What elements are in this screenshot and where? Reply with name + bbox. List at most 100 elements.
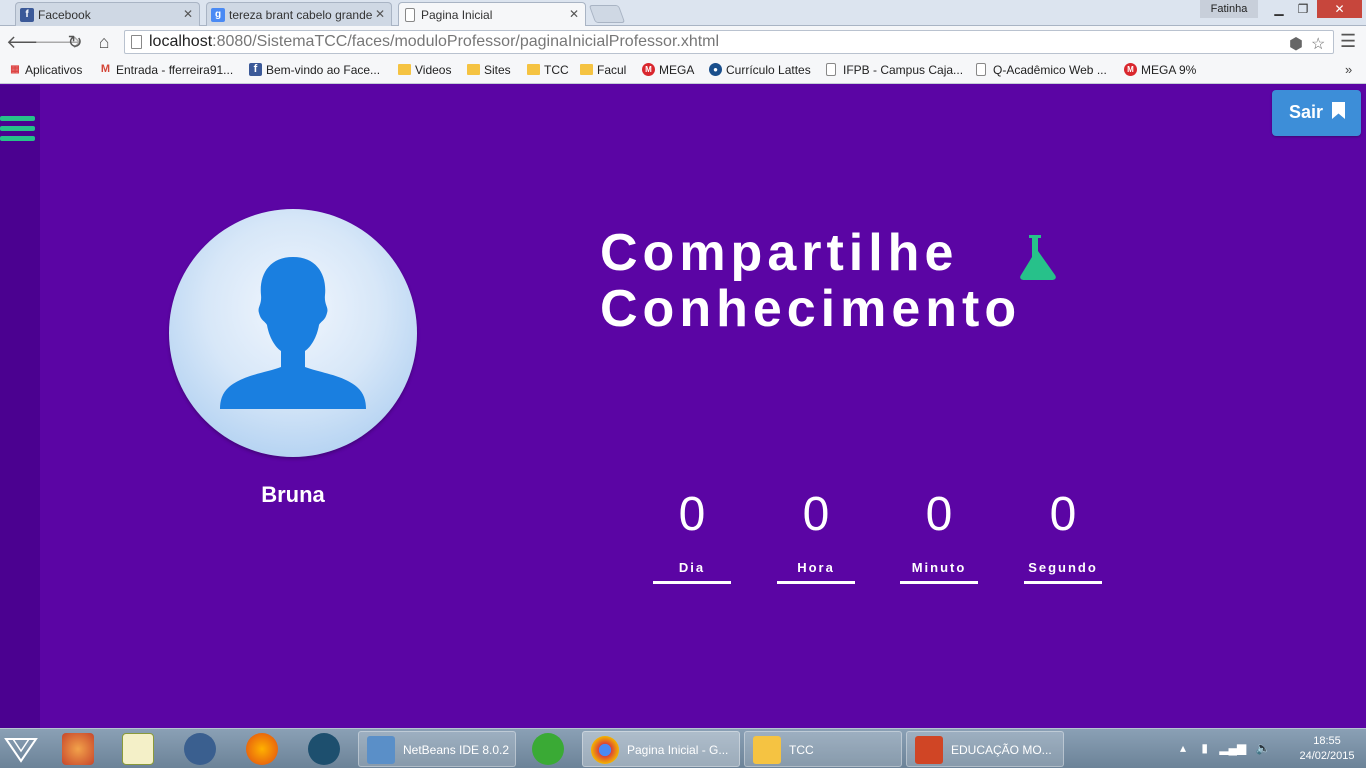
bookmark-folder-tcc[interactable]: TCC: [527, 63, 569, 77]
countdown-value: 0: [678, 488, 706, 541]
taskbar-app-label: EDUCAÇÃO MO...: [951, 743, 1052, 757]
countdown-label: Dia: [653, 560, 731, 584]
bookmark-label: Sites: [484, 63, 511, 77]
flask-icon: [1020, 235, 1056, 280]
bookmark-label: TCC: [544, 63, 569, 77]
reload-icon[interactable]: ↻: [64, 31, 86, 53]
extension-cube-icon[interactable]: ⬢: [1289, 34, 1303, 54]
back-arrow-icon[interactable]: 🡐: [6, 31, 54, 53]
bookmark-lattes[interactable]: ● Currículo Lattes: [709, 63, 811, 77]
restore-icon[interactable]: ❐: [1292, 0, 1314, 18]
google-icon: g: [211, 8, 225, 22]
logout-button[interactable]: Sair: [1272, 90, 1361, 136]
page-headline: Compartilhe Conhecimento: [600, 225, 1021, 337]
bookmark-q-academico[interactable]: Q-Acadêmico Web ...: [976, 63, 1107, 77]
home-icon[interactable]: ⌂: [93, 31, 115, 53]
battery-icon[interactable]: ▮: [1201, 741, 1208, 755]
bookmark-icon: [1332, 102, 1345, 119]
taskbar-app-chrome[interactable]: Pagina Inicial - G...: [582, 731, 740, 767]
browser-toolbar: 🡐 🡒 ↻ ⌂ localhost:8080/SistemaTCC/faces/…: [0, 26, 1366, 58]
apps-icon: ▦: [10, 64, 19, 75]
system-tray[interactable]: ▴ ▮ ▂▄▆ 🔈: [1180, 741, 1271, 755]
taskbar: NetBeans IDE 8.0.2 Pagina Inicial - G...…: [0, 728, 1366, 768]
url-host: localhost: [149, 33, 213, 50]
tab-title: tereza brant cabelo grande: [229, 8, 373, 22]
bookmark-label: Facul: [597, 63, 627, 77]
close-icon[interactable]: ✕: [183, 7, 193, 21]
close-icon[interactable]: ✕: [375, 7, 385, 21]
star-icon[interactable]: ☆: [1311, 34, 1325, 54]
headline-line-1: Compartilhe: [600, 224, 959, 282]
utorrent-icon[interactable]: [532, 733, 564, 765]
start-icon[interactable]: [4, 735, 38, 763]
bookmark-label: MEGA: [659, 63, 695, 77]
clock[interactable]: 18:55 24/02/2015: [1290, 734, 1364, 764]
lattes-icon: ●: [709, 63, 722, 76]
countdown-minutes: 0 Minuto: [900, 490, 978, 584]
headline-line-2: Conhecimento: [600, 280, 1022, 338]
countdown-days: 0 Dia: [653, 490, 731, 584]
main-page: Sair Bruna Compartilhe Conhecimento 0 Di…: [0, 85, 1366, 728]
bookmark-folder-sites[interactable]: Sites: [467, 63, 511, 77]
bookmark-apps[interactable]: ▦ Aplicativos: [8, 63, 82, 77]
bookmark-folder-videos[interactable]: Videos: [398, 63, 451, 77]
bookmark-label: IFPB - Campus Caja...: [843, 63, 964, 77]
bookmark-folder-facul[interactable]: Facul: [580, 63, 626, 77]
filezilla-icon[interactable]: [62, 733, 94, 765]
taskbar-app-label: NetBeans IDE 8.0.2: [403, 743, 510, 757]
netbeans-icon: [367, 736, 395, 764]
tab-title: Pagina Inicial: [421, 8, 493, 22]
bookmark-gmail[interactable]: M Entrada - fferreira91...: [99, 63, 233, 77]
user-name: Bruna: [261, 482, 325, 507]
folder-icon: [398, 64, 411, 75]
bookmark-label: Q-Acadêmico Web ...: [993, 63, 1107, 77]
bookmark-label: Aplicativos: [25, 63, 83, 77]
page-icon: [826, 63, 836, 76]
firefox-icon[interactable]: [246, 733, 278, 765]
volume-icon[interactable]: 🔈: [1256, 741, 1271, 755]
address-bar[interactable]: localhost:8080/SistemaTCC/faces/moduloPr…: [124, 30, 1334, 54]
minimize-icon[interactable]: ▁: [1268, 0, 1290, 18]
avatar: [169, 209, 417, 457]
clock-date: 24/02/2015: [1299, 750, 1355, 762]
folder-icon: [527, 64, 540, 75]
bookmark-label: Entrada - fferreira91...: [116, 63, 234, 77]
clock-time: 18:55: [1313, 735, 1341, 747]
app-icon[interactable]: [308, 733, 340, 765]
gmail-icon: M: [100, 63, 111, 75]
folder-icon: [753, 736, 781, 764]
countdown-value: 0: [925, 488, 953, 541]
new-tab-button[interactable]: [588, 5, 626, 23]
bookmark-label: MEGA 9%: [1141, 63, 1197, 77]
postgresql-icon[interactable]: [184, 733, 216, 765]
url-path: :8080/SistemaTCC/faces/moduloProfessor/p…: [212, 33, 720, 50]
bookmark-facebook[interactable]: f Bem-vindo ao Face...: [249, 63, 380, 77]
tab-facebook[interactable]: f Facebook ✕: [15, 2, 200, 26]
bookmark-label: Videos: [415, 63, 452, 77]
facebook-icon: f: [249, 63, 262, 76]
close-icon[interactable]: ✕: [569, 7, 579, 21]
countdown-label: Segundo: [1024, 560, 1102, 584]
taskbar-app-label: Pagina Inicial - G...: [627, 743, 729, 757]
tab-google-search[interactable]: g tereza brant cabelo grande ✕: [206, 2, 392, 26]
bookmarks-bar: ▦ Aplicativos M Entrada - fferreira91... f…: [0, 58, 1366, 84]
forward-arrow-icon[interactable]: 🡒: [34, 31, 82, 53]
signal-icon[interactable]: ▂▄▆: [1219, 741, 1246, 755]
taskbar-app-netbeans[interactable]: NetBeans IDE 8.0.2: [358, 731, 516, 767]
tab-title: Facebook: [38, 8, 91, 22]
bookmark-mega-9[interactable]: M MEGA 9%: [1124, 63, 1196, 77]
bookmark-ifpb[interactable]: IFPB - Campus Caja...: [826, 63, 963, 77]
profile-badge[interactable]: Fatinha: [1200, 0, 1258, 18]
hamburger-menu-icon[interactable]: [0, 116, 35, 148]
tab-pagina-inicial[interactable]: Pagina Inicial ✕: [398, 2, 586, 27]
window-close-button[interactable]: ✕: [1317, 0, 1362, 18]
bookmark-mega[interactable]: M MEGA: [642, 63, 694, 77]
chrome-menu-icon[interactable]: ☰: [1340, 31, 1356, 52]
more-bookmarks-icon[interactable]: »: [1345, 62, 1352, 77]
tray-arrow-icon[interactable]: ▴: [1180, 741, 1186, 755]
taskbar-app-folder-tcc[interactable]: TCC: [744, 731, 902, 767]
page-icon: [405, 8, 415, 22]
taskbar-app-powerpoint[interactable]: EDUCAÇÃO MO...: [906, 731, 1064, 767]
notepad-icon[interactable]: [122, 733, 154, 765]
logout-label: Sair: [1289, 102, 1324, 122]
